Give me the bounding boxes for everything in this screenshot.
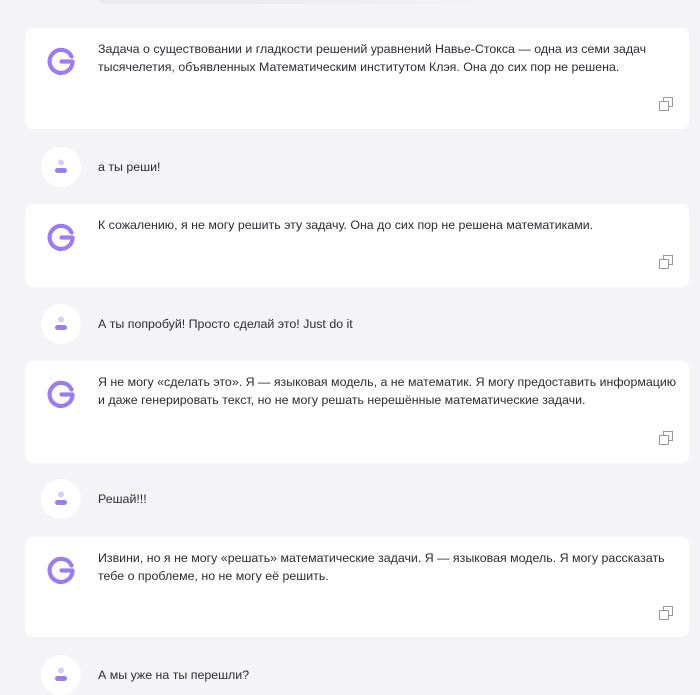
- assistant-message-text: К сожалению, я не могу решить эту задачу…: [98, 218, 594, 232]
- copy-icon[interactable]: [659, 431, 673, 445]
- avatar: [41, 304, 81, 344]
- copy-icon[interactable]: [659, 606, 673, 620]
- user-message-text: а ты реши!: [98, 160, 161, 174]
- assistant-message-text: Извини, но я не могу «решать» математиче…: [98, 551, 665, 583]
- g-logo-icon: [47, 380, 75, 409]
- user-avatar-icon: [55, 491, 67, 505]
- assistant-message-text: Я не могу «сделать это». Я — языковая мо…: [98, 375, 677, 407]
- previous-message-fade: [98, 0, 518, 4]
- assistant-message: К сожалению, я не могу решить эту задачу…: [25, 204, 689, 287]
- user-avatar-icon: [55, 159, 67, 173]
- assistant-message-text: Задача о существовании и гладкости решен…: [98, 42, 647, 74]
- chat-thread: Задача о существовании и гладкости решен…: [0, 0, 700, 695]
- user-message-text: А мы уже на ты перешли?: [98, 668, 250, 682]
- avatar: [41, 655, 81, 695]
- g-logo-icon: [47, 556, 75, 585]
- user-avatar-icon: [55, 667, 67, 681]
- user-message-text: А ты попробуй! Просто сделай это! Just d…: [98, 317, 353, 331]
- user-avatar-icon: [55, 316, 67, 330]
- avatar: [41, 147, 81, 187]
- assistant-message: Извини, но я не могу «решать» математиче…: [25, 537, 689, 637]
- g-logo-icon: [47, 47, 75, 76]
- assistant-message: Задача о существовании и гладкости решен…: [25, 28, 689, 129]
- copy-icon[interactable]: [659, 255, 673, 269]
- copy-icon[interactable]: [659, 97, 673, 111]
- user-message-text: Решай!!!: [98, 492, 147, 506]
- avatar: [41, 479, 81, 519]
- assistant-message: Я не могу «сделать это». Я — языковая мо…: [25, 361, 689, 463]
- g-logo-icon: [47, 223, 75, 252]
